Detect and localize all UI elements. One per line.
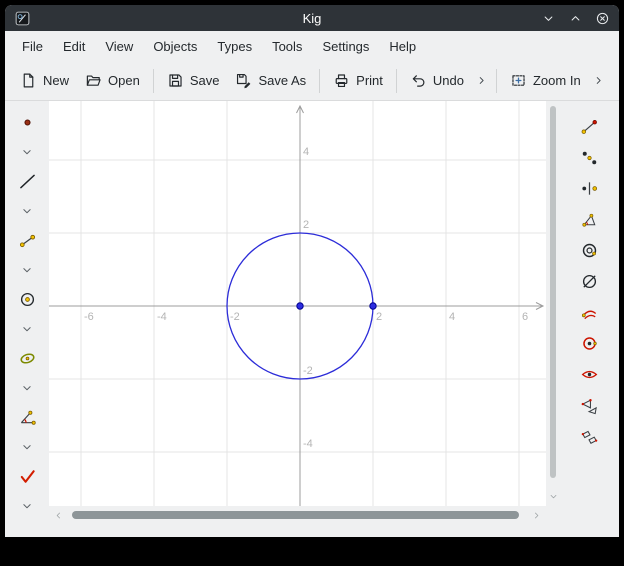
maximize-button[interactable] xyxy=(567,10,583,26)
zoom-in-icon xyxy=(510,72,527,89)
menu-types[interactable]: Types xyxy=(208,35,261,58)
point-tool-icon[interactable] xyxy=(12,107,42,137)
segment-tools-expander[interactable] xyxy=(12,255,42,284)
conic-tool-icon[interactable] xyxy=(12,343,42,373)
circle-tools-expander[interactable] xyxy=(12,314,42,343)
svg-text:-2: -2 xyxy=(230,311,240,323)
save-button-label: Save xyxy=(190,73,220,88)
angle-tool-icon[interactable] xyxy=(12,402,42,432)
open-button-label: Open xyxy=(108,73,140,88)
svg-text:2: 2 xyxy=(376,311,382,323)
scroll-left-icon[interactable] xyxy=(52,510,65,521)
menu-view[interactable]: View xyxy=(96,35,142,58)
save-as-button[interactable]: Save As xyxy=(227,67,314,94)
angle-tools-expander[interactable] xyxy=(12,432,42,461)
line-tools-expander[interactable] xyxy=(12,196,42,225)
axial-reflection-tool-icon[interactable] xyxy=(575,173,605,203)
scroll-down-icon[interactable] xyxy=(547,491,560,502)
vertical-scroll-thumb[interactable] xyxy=(550,106,556,478)
new-button-label: New xyxy=(43,73,69,88)
print-button[interactable]: Print xyxy=(325,67,391,94)
toolbar-separator xyxy=(496,69,497,93)
kig-window: Kig File Edit View Objects Types Tools S… xyxy=(5,5,619,537)
projective-rotation-tool-icon[interactable] xyxy=(575,297,605,327)
point-reflection-tool-icon[interactable] xyxy=(575,142,605,172)
right-toolbar xyxy=(560,101,619,537)
document-new-icon xyxy=(20,72,37,89)
test-tool-icon[interactable] xyxy=(12,461,42,491)
canvas-column: -6 -4 -2 2 4 6 4 2 -2 -4 xyxy=(49,101,546,537)
svg-text:4: 4 xyxy=(303,146,309,158)
inversion-tool-icon[interactable] xyxy=(575,266,605,296)
similitude-tool-icon[interactable] xyxy=(575,421,605,451)
scroll-right-icon[interactable] xyxy=(530,510,543,521)
save-button[interactable]: Save xyxy=(159,67,228,94)
point-tools-expander[interactable] xyxy=(12,137,42,166)
svg-text:4: 4 xyxy=(449,311,455,323)
left-toolbar xyxy=(5,101,49,537)
menubar: File Edit View Objects Types Tools Setti… xyxy=(5,31,619,61)
menu-help[interactable]: Help xyxy=(380,35,425,58)
zoom-overflow-button[interactable] xyxy=(589,69,608,92)
line-tool-icon[interactable] xyxy=(12,166,42,196)
menu-edit[interactable]: Edit xyxy=(54,35,94,58)
new-button[interactable]: New xyxy=(12,67,77,94)
svg-text:2: 2 xyxy=(303,219,309,231)
status-spacer xyxy=(49,524,546,537)
harmonic-homology-tool-icon[interactable] xyxy=(575,328,605,358)
svg-text:-2: -2 xyxy=(303,365,313,377)
vertical-scrollbar[interactable] xyxy=(546,101,560,537)
undo-overflow-button[interactable] xyxy=(472,69,491,92)
rotate-tool-icon[interactable] xyxy=(575,204,605,234)
horizontal-scroll-track[interactable] xyxy=(65,506,530,524)
document-open-icon xyxy=(85,72,102,89)
menu-tools[interactable]: Tools xyxy=(263,35,311,58)
horizontal-scrollbar[interactable] xyxy=(49,506,546,524)
window-buttons xyxy=(540,10,610,26)
zoom-in-button[interactable]: Zoom In xyxy=(502,67,589,94)
app-icon xyxy=(14,10,31,27)
horizontal-scroll-thumb[interactable] xyxy=(72,511,519,519)
menu-file[interactable]: File xyxy=(13,35,52,58)
print-button-label: Print xyxy=(356,73,383,88)
zoom-in-button-label: Zoom In xyxy=(533,73,581,88)
main-area: -6 -4 -2 2 4 6 4 2 -2 -4 xyxy=(5,101,619,537)
menu-settings[interactable]: Settings xyxy=(313,35,378,58)
menu-objects[interactable]: Objects xyxy=(144,35,206,58)
geometry-canvas[interactable]: -6 -4 -2 2 4 6 4 2 -2 -4 xyxy=(49,101,546,506)
document-save-as-icon xyxy=(235,72,252,89)
toolbar-separator xyxy=(396,69,397,93)
document-save-icon xyxy=(167,72,184,89)
circle-tool-icon[interactable] xyxy=(12,284,42,314)
open-button[interactable]: Open xyxy=(77,67,148,94)
titlebar: Kig xyxy=(5,5,619,31)
close-button[interactable] xyxy=(594,10,610,26)
conic-tools-expander[interactable] xyxy=(12,373,42,402)
minimize-button[interactable] xyxy=(540,10,556,26)
window-title: Kig xyxy=(5,11,619,26)
projectivity-tool-icon[interactable] xyxy=(575,390,605,420)
svg-text:-6: -6 xyxy=(84,311,94,323)
edit-undo-icon xyxy=(410,72,427,89)
svg-text:-4: -4 xyxy=(157,311,167,323)
undo-button-label: Undo xyxy=(433,73,464,88)
undo-button[interactable]: Undo xyxy=(402,67,472,94)
scale-tool-icon[interactable] xyxy=(575,235,605,265)
save-as-button-label: Save As xyxy=(258,73,306,88)
svg-text:-4: -4 xyxy=(303,438,313,450)
segment-tool-icon[interactable] xyxy=(12,225,42,255)
toolbar-separator xyxy=(153,69,154,93)
toolbar-separator xyxy=(319,69,320,93)
document-print-icon xyxy=(333,72,350,89)
svg-text:6: 6 xyxy=(522,311,528,323)
affinity-tool-icon[interactable] xyxy=(575,359,605,389)
test-tools-expander[interactable] xyxy=(12,491,42,520)
toolbar: New Open Save Save As Print Undo Zoom xyxy=(5,61,619,101)
screen-background: { "window": { "title": "Kig" }, "titleba… xyxy=(0,0,624,566)
translate-tool-icon[interactable] xyxy=(575,111,605,141)
